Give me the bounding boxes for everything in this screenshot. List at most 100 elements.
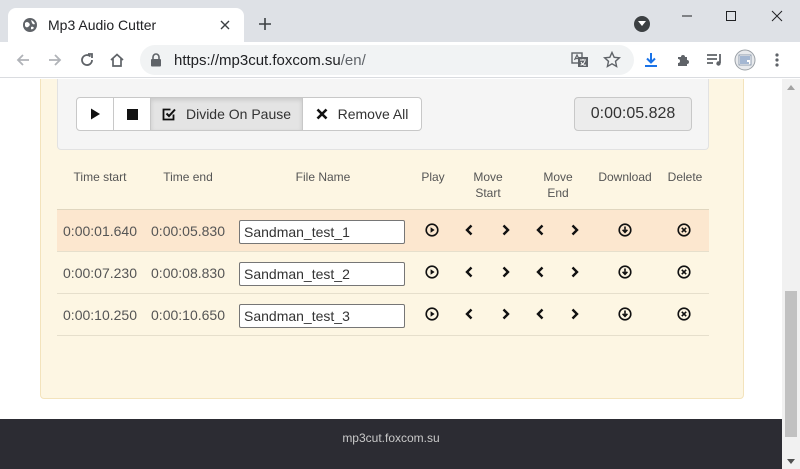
maximize-button[interactable] <box>720 5 742 27</box>
download-circle-icon <box>618 307 632 321</box>
header-move-end-line2: End <box>547 186 569 200</box>
translate-icon[interactable] <box>570 50 590 70</box>
move-end-right-button[interactable] <box>566 221 584 239</box>
play-circle-icon <box>425 223 439 237</box>
scroll-up-arrow-icon[interactable] <box>782 79 800 95</box>
browser-tab[interactable]: Mp3 Audio Cutter <box>8 8 244 42</box>
download-icon[interactable] <box>640 49 662 71</box>
move-end-left-button[interactable] <box>531 305 549 323</box>
chevron-left-icon <box>464 266 474 278</box>
move-start-right-button[interactable] <box>497 221 515 239</box>
move-end-right-button[interactable] <box>566 305 584 323</box>
cell-time-start: 0:00:10.250 <box>63 307 137 323</box>
download-segment-button[interactable] <box>616 221 634 239</box>
move-start-left-button[interactable] <box>460 305 478 323</box>
back-button[interactable] <box>12 49 34 71</box>
table-row[interactable]: 0:00:07.230 0:00:08.830 <box>57 252 709 294</box>
remove-all-label: Remove All <box>337 106 409 122</box>
page-viewport: Divide On Pause Remove All 0:00:05.828 T… <box>0 79 782 469</box>
home-button[interactable] <box>106 49 128 71</box>
header-file-name: File Name <box>295 170 351 184</box>
chevron-right-icon <box>501 224 511 236</box>
move-end-left-button[interactable] <box>531 221 549 239</box>
cutter-panel: Divide On Pause Remove All 0:00:05.828 T… <box>40 79 744 399</box>
url-text: https://mp3cut.foxcom.su/en/ <box>174 52 366 69</box>
footer-text: mp3cut.foxcom.su <box>342 431 440 445</box>
delete-circle-icon <box>677 265 691 279</box>
download-segment-button[interactable] <box>616 305 634 323</box>
page-scrollbar[interactable] <box>782 79 800 469</box>
download-segment-button[interactable] <box>616 263 634 281</box>
window-close-button[interactable] <box>766 5 788 27</box>
tab-strip: Mp3 Audio Cutter <box>0 0 800 42</box>
remove-all-button[interactable]: Remove All <box>302 97 422 131</box>
remove-x-icon <box>316 108 328 120</box>
media-control-icon[interactable] <box>704 49 726 71</box>
scroll-down-arrow-icon[interactable] <box>782 453 800 469</box>
play-icon <box>89 108 101 120</box>
header-move-start: Move Start <box>457 169 519 201</box>
file-name-input[interactable] <box>239 262 405 286</box>
move-start-left-button[interactable] <box>460 263 478 281</box>
delete-segment-button[interactable] <box>675 305 693 323</box>
menu-dots-icon[interactable] <box>766 49 788 71</box>
header-time-start: Time start <box>73 170 127 184</box>
divide-on-pause-button[interactable]: Divide On Pause <box>150 97 303 131</box>
tab-title: Mp3 Audio Cutter <box>48 17 157 33</box>
globe-icon <box>22 17 38 33</box>
delete-circle-icon <box>677 223 691 237</box>
header-move-end-line1: Move <box>543 170 573 184</box>
new-tab-button[interactable] <box>254 13 276 35</box>
delete-segment-button[interactable] <box>675 263 693 281</box>
table-row[interactable]: 0:00:10.250 0:00:10.650 <box>57 294 709 336</box>
elapsed-timer: 0:00:05.828 <box>574 97 692 131</box>
address-bar[interactable]: https://mp3cut.foxcom.su/en/ <box>140 45 634 75</box>
move-start-left-button[interactable] <box>460 221 478 239</box>
table-body: 0:00:01.640 0:00:05.830 0:00:07.230 0:00:08… <box>57 210 709 336</box>
play-circle-icon <box>425 265 439 279</box>
browser-toolbar: https://mp3cut.foxcom.su/en/ <box>0 42 800 78</box>
cell-time-end: 0:00:08.830 <box>151 265 225 281</box>
move-end-right-button[interactable] <box>566 263 584 281</box>
reload-button[interactable] <box>76 49 98 71</box>
cell-time-end: 0:00:10.650 <box>151 307 225 323</box>
divide-on-pause-label: Divide On Pause <box>185 106 292 122</box>
chevron-right-icon <box>501 266 511 278</box>
bookmark-star-icon[interactable] <box>602 50 622 70</box>
chevron-left-icon <box>535 266 545 278</box>
stop-button[interactable] <box>113 97 151 131</box>
download-circle-icon <box>618 223 632 237</box>
delete-segment-button[interactable] <box>675 221 693 239</box>
play-segment-button[interactable] <box>423 305 441 323</box>
tab-search-icon[interactable] <box>634 16 650 32</box>
file-name-input[interactable] <box>239 304 405 328</box>
play-segment-button[interactable] <box>423 263 441 281</box>
close-icon[interactable] <box>216 16 234 34</box>
play-segment-button[interactable] <box>423 221 441 239</box>
chevron-right-icon <box>570 266 580 278</box>
move-start-right-button[interactable] <box>497 305 515 323</box>
move-start-right-button[interactable] <box>497 263 515 281</box>
chevron-left-icon <box>464 308 474 320</box>
segments-table: Time start Time end File Name Play Move S… <box>57 164 709 336</box>
move-end-left-button[interactable] <box>531 263 549 281</box>
profile-avatar[interactable] <box>734 49 756 71</box>
minimize-button[interactable] <box>676 5 698 27</box>
play-circle-icon <box>425 307 439 321</box>
play-button[interactable] <box>76 97 114 131</box>
header-move-start-line1: Move <box>473 170 503 184</box>
chevron-left-icon <box>535 224 545 236</box>
cell-time-end: 0:00:05.830 <box>151 223 225 239</box>
extensions-icon[interactable] <box>672 49 694 71</box>
forward-button[interactable] <box>44 49 66 71</box>
file-name-input[interactable] <box>239 220 405 244</box>
scrollbar-thumb[interactable] <box>785 291 797 437</box>
delete-circle-icon <box>677 307 691 321</box>
table-row[interactable]: 0:00:01.640 0:00:05.830 <box>57 210 709 252</box>
download-circle-icon <box>618 265 632 279</box>
chevron-left-icon <box>464 224 474 236</box>
chevron-right-icon <box>570 224 580 236</box>
playback-button-group: Divide On Pause Remove All <box>76 97 422 131</box>
chevron-right-icon <box>570 308 580 320</box>
header-move-end: Move End <box>527 169 589 201</box>
